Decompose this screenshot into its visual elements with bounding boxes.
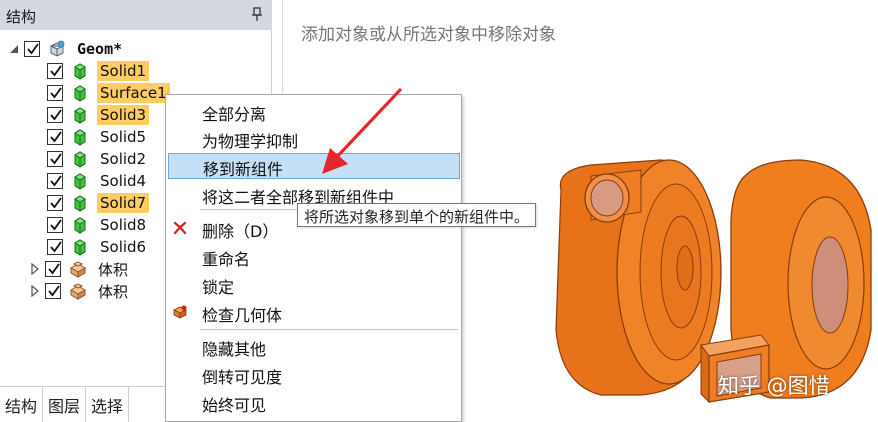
tab-layers[interactable]: 图层 [43,387,87,422]
volume-icon [69,261,87,278]
solid-body-icon [74,239,86,256]
pin-icon[interactable] [250,6,264,22]
solid-body-icon [74,129,86,146]
menu-item-label: 为物理学抑制 [202,132,299,151]
menu-item-label: 移到新组件 [203,160,284,179]
tree-item-label: Solid6 [100,238,147,256]
tree-item[interactable]: Surface1 [47,82,170,104]
checkbox[interactable] [47,85,63,101]
tree-group-label: 体积 [98,260,129,279]
solid-body-icon [74,151,86,168]
expand-triangle-icon[interactable] [29,285,41,297]
tab-structure[interactable]: 结构 [0,387,44,422]
checkbox[interactable] [45,261,61,277]
menu-item-label: 删除（D） [202,222,279,241]
menu-item-rename[interactable]: 重命名 [166,243,461,269]
tree-item-label: Solid5 [100,128,147,146]
watermark-text: 知乎 @图惜 [718,374,830,398]
panel-title: 结构 [6,8,37,26]
tree-item-label: Solid4 [100,172,147,190]
solid-body-icon [74,217,86,234]
menu-item-always-visible[interactable]: 始终可见 [166,389,461,415]
tree-item-label: Solid1 [97,61,150,81]
menu-item-label: 倒转可见度 [202,368,283,387]
expand-triangle-icon[interactable] [29,263,41,275]
menu-item-check-geometry[interactable]: 检查几何体 [166,299,461,325]
menu-item-label: 锁定 [202,278,235,297]
checkbox[interactable] [45,283,61,299]
tree-item[interactable]: Solid3 [47,104,150,126]
checkbox[interactable] [47,195,63,211]
checkbox[interactable] [47,63,63,79]
checkbox[interactable] [47,173,63,189]
tree-item[interactable]: Solid2 [47,148,149,170]
solid-body-icon [74,63,86,80]
menu-item-label: 始终可见 [202,396,267,415]
checkbox[interactable] [47,239,63,255]
tree-group[interactable]: 体积 [29,258,131,280]
tree-item-label: Solid3 [97,105,150,125]
tree-item[interactable]: Solid1 [47,60,150,82]
menu-item-invert-visibility[interactable]: 倒转可见度 [166,361,461,387]
annotation-arrow-icon [322,88,402,174]
tree-item[interactable]: Solid4 [47,170,149,192]
tree-item[interactable]: Solid5 [47,126,149,148]
menu-item-label: 检查几何体 [202,306,283,325]
tree-item[interactable]: Solid8 [47,214,149,236]
check-geometry-icon [173,305,187,319]
tree-item[interactable]: Solid7 [47,192,150,214]
tree-group-label: 体积 [98,282,129,301]
solid-body-icon [74,85,86,102]
collapse-triangle-icon[interactable] [8,43,20,55]
delete-icon [173,221,187,235]
checkbox[interactable] [47,217,63,233]
solid-body-icon [74,195,86,212]
menu-item-label: 全部分离 [202,105,267,124]
solid-body-icon [74,173,86,190]
menu-tooltip: 将所选对象移到单个的新组件中。 [297,203,537,227]
menu-item-hide-others[interactable]: 隐藏其他 [166,333,461,359]
volume-icon [69,283,87,300]
tab-selection[interactable]: 选择 [86,387,130,422]
tree-group[interactable]: 体积 [29,280,131,302]
tree-item-label: Solid8 [100,216,147,234]
tree-root-label: Geom* [77,40,123,58]
solid-body-icon [74,107,86,124]
tree-item[interactable]: Solid6 [47,236,149,258]
checkbox[interactable] [47,151,63,167]
menu-separator [200,329,458,330]
menu-item-label: 隐藏其他 [202,340,267,359]
panel-header: 结构 [0,0,272,30]
checkbox[interactable] [47,107,63,123]
geometry-icon [50,40,65,57]
tree-root[interactable]: Geom* [8,38,125,60]
checkbox[interactable] [24,41,40,57]
tree-item-label: Solid7 [97,193,150,213]
tree-item-label: Solid2 [100,150,147,168]
checkbox[interactable] [47,129,63,145]
menu-item-lock[interactable]: 锁定 [166,271,461,297]
tree-item-label: Surface1 [97,83,170,103]
menu-item-label: 重命名 [202,250,251,269]
